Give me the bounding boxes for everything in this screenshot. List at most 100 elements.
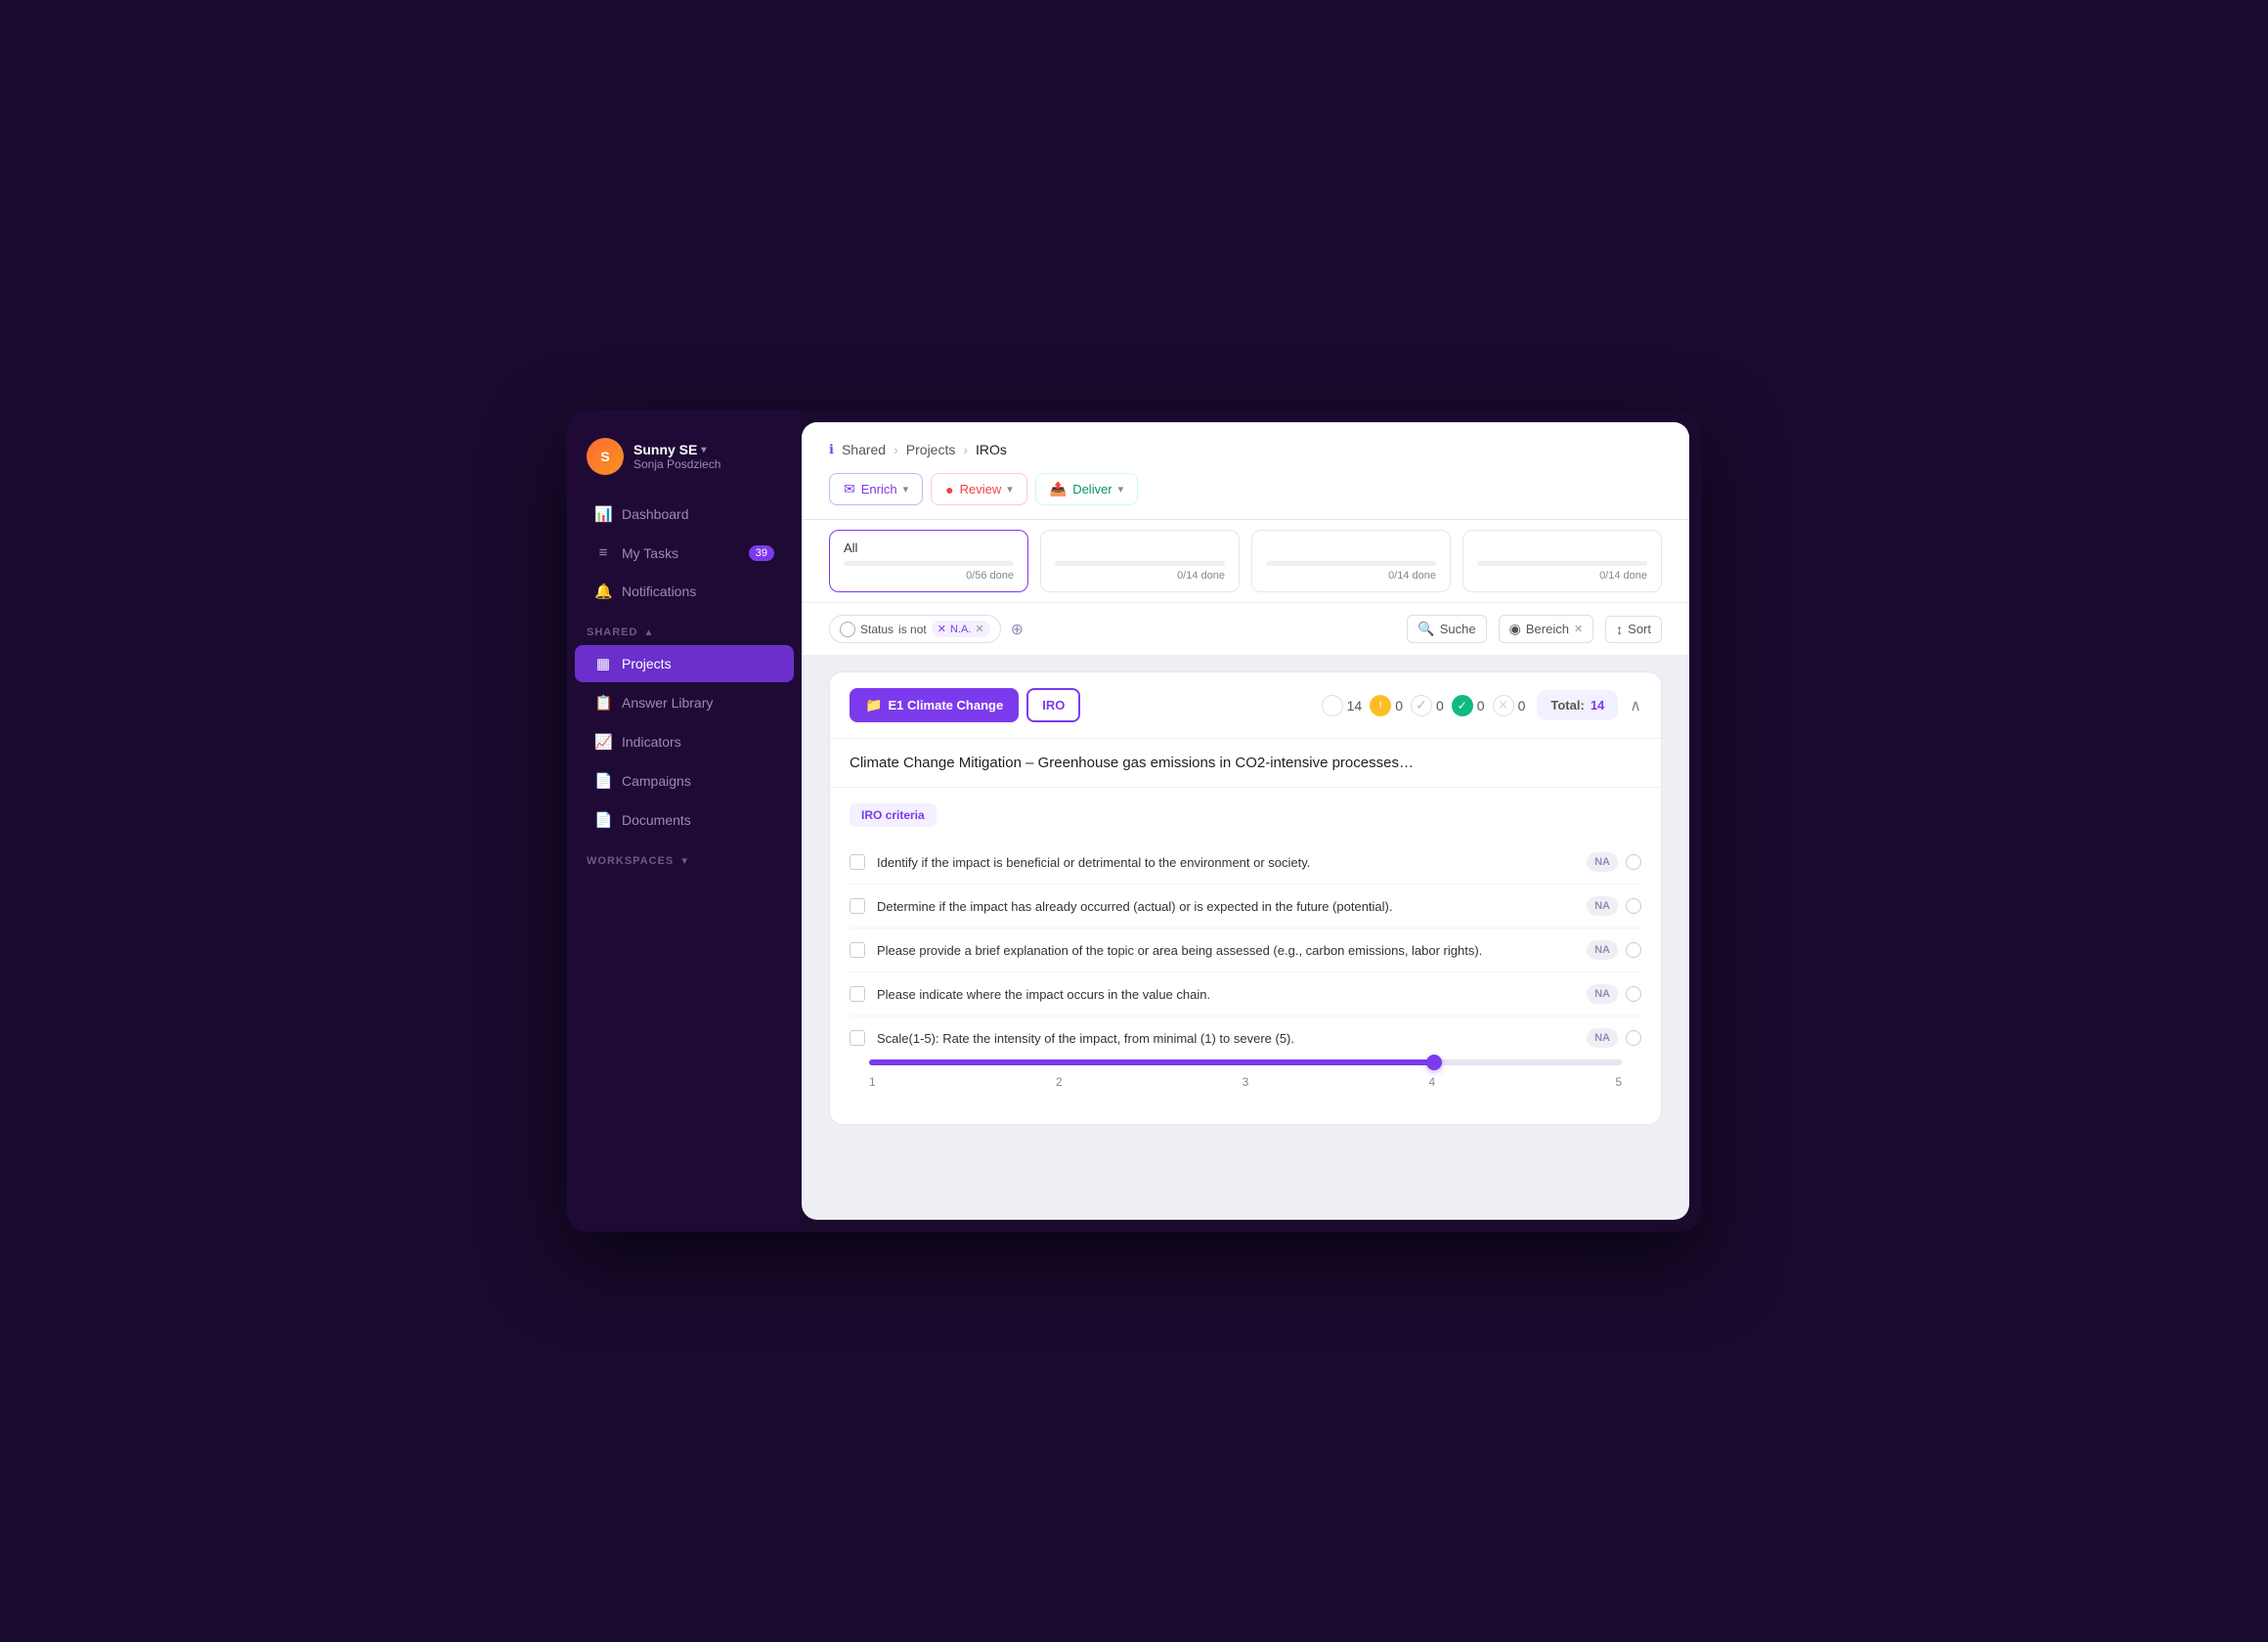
na-badge-1: NA	[1587, 852, 1618, 872]
criteria-section-label: IRO criteria	[850, 803, 937, 827]
criteria-checkbox-5[interactable]	[850, 1030, 865, 1046]
progress-count-3: 0/14 done	[1266, 570, 1436, 582]
content-header: ℹ Shared › Projects › IROs ✉ Enrich ▾ ● …	[802, 422, 1689, 520]
iro-card: 📁 E1 Climate Change IRO 14	[829, 671, 1662, 1125]
sidebar-item-notifications[interactable]: 🔔 Notifications	[575, 573, 794, 610]
breadcrumb-sep-1: ›	[894, 442, 898, 457]
documents-icon: 📄	[594, 811, 612, 829]
stat-check: ✓ 0	[1411, 695, 1444, 716]
review-caret-icon: ▾	[1007, 483, 1013, 496]
bereich-action[interactable]: ◉ Bereich ✕	[1499, 615, 1594, 643]
progress-tab-2[interactable]: 0/14 done	[1040, 530, 1240, 592]
enrich-caret-icon: ▾	[903, 483, 909, 496]
breadcrumb-iros[interactable]: IROs	[976, 442, 1007, 457]
dashboard-icon: 📊	[594, 505, 612, 523]
sidebar-item-dashboard[interactable]: 📊 Dashboard	[575, 496, 794, 533]
criteria-radio-2[interactable]	[1626, 898, 1641, 914]
status-label: Status	[860, 623, 894, 636]
tasks-badge: 39	[749, 545, 774, 561]
filter-bar: Status is not ✕ N.A. ✕ ⊕ 🔍 Suche	[802, 603, 1689, 656]
criteria-radio-5[interactable]	[1626, 1030, 1641, 1046]
criteria-actions-2: NA	[1587, 896, 1641, 916]
enrich-button[interactable]: ✉ Enrich ▾	[829, 473, 923, 505]
avatar: S	[587, 438, 624, 475]
sort-icon: ↕	[1616, 622, 1623, 637]
stat-empty-count: 14	[1347, 698, 1363, 713]
sidebar-item-documents[interactable]: 📄 Documents	[575, 801, 794, 839]
na-badge-2: NA	[1587, 896, 1618, 916]
progress-tab-4[interactable]: 0/14 done	[1462, 530, 1662, 592]
sidebar-item-answer-library[interactable]: 📋 Answer Library	[575, 684, 794, 721]
na-remove-icon[interactable]: ✕	[975, 623, 983, 635]
criteria-checkbox-2[interactable]	[850, 898, 865, 914]
na-badge-4: NA	[1587, 984, 1618, 1004]
search-icon: 🔍	[1418, 621, 1434, 637]
stat-check-circle: ✓	[1411, 695, 1432, 716]
deliver-button[interactable]: 📤 Deliver ▾	[1035, 473, 1138, 505]
review-button[interactable]: ● Review ▾	[931, 473, 1027, 505]
collapse-button[interactable]: ∧	[1630, 696, 1641, 715]
iro-tag[interactable]: IRO	[1026, 688, 1080, 722]
sort-label: Sort	[1628, 622, 1651, 636]
slider-section: 1 2 3 4 5	[850, 1052, 1641, 1108]
iro-right: 14 ! 0 ✓ 0	[1322, 690, 1641, 720]
iro-criteria-section: IRO criteria Identify if the impact is b…	[830, 788, 1661, 1124]
criteria-radio-4[interactable]	[1626, 986, 1641, 1002]
criteria-checkbox-4[interactable]	[850, 986, 865, 1002]
progress-tab-3-label	[1266, 540, 1436, 555]
notifications-icon: 🔔	[594, 583, 612, 600]
breadcrumb-projects[interactable]: Projects	[906, 442, 956, 457]
breadcrumb-shared[interactable]: Shared	[842, 442, 886, 457]
progress-tab-all[interactable]: All 0/56 done	[829, 530, 1028, 592]
user-name-label: Sunny SE	[633, 442, 697, 457]
sidebar-item-indicators[interactable]: 📈 Indicators	[575, 723, 794, 760]
progress-tab-3[interactable]: 0/14 done	[1251, 530, 1451, 592]
sidebar-item-campaigns[interactable]: 📄 Campaigns	[575, 762, 794, 799]
criteria-item-4: Please indicate where the impact occurs …	[850, 972, 1641, 1016]
status-filter-chip[interactable]: Status is not ✕ N.A. ✕	[829, 615, 1001, 643]
iro-card-header: 📁 E1 Climate Change IRO 14	[830, 672, 1661, 739]
criteria-checkbox-1[interactable]	[850, 854, 865, 870]
sidebar-answer-library-label: Answer Library	[622, 695, 713, 711]
progress-count-all: 0/56 done	[844, 570, 1014, 582]
stat-x-count: 0	[1518, 698, 1526, 713]
sidebar-item-my-tasks[interactable]: ≡ My Tasks 39	[575, 535, 794, 571]
progress-count-2: 0/14 done	[1055, 570, 1225, 582]
sidebar-campaigns-label: Campaigns	[622, 773, 691, 789]
total-label: Total:	[1550, 698, 1584, 713]
sidebar: S Sunny SE ▾ Sonja Posdziech 📊 Dashboard…	[567, 410, 802, 1232]
progress-count-4: 0/14 done	[1477, 570, 1647, 582]
climate-tag[interactable]: 📁 E1 Climate Change	[850, 688, 1019, 722]
filter-funnel-icon[interactable]: ⊕	[1011, 620, 1024, 639]
criteria-text-4: Please indicate where the impact occurs …	[877, 987, 1575, 1002]
progress-bar-4	[1477, 561, 1647, 566]
search-action[interactable]: 🔍 Suche	[1407, 615, 1486, 643]
breadcrumb-sep-2: ›	[963, 442, 968, 457]
user-section[interactable]: S Sunny SE ▾ Sonja Posdziech	[567, 430, 802, 495]
criteria-checkbox-3[interactable]	[850, 942, 865, 958]
slider-fill	[869, 1059, 1434, 1065]
slider-label-5: 5	[1615, 1075, 1622, 1089]
filter-left: Status is not ✕ N.A. ✕ ⊕	[829, 615, 1024, 643]
indicators-icon: 📈	[594, 733, 612, 751]
sort-action[interactable]: ↕ Sort	[1605, 616, 1662, 643]
sidebar-item-projects[interactable]: ▦ Projects	[575, 645, 794, 682]
filter-right: 🔍 Suche ◉ Bereich ✕ ↕ Sort	[1407, 615, 1662, 643]
sidebar-notifications-label: Notifications	[622, 583, 696, 599]
sidebar-dashboard-label: Dashboard	[622, 506, 689, 522]
slider-thumb[interactable]	[1426, 1055, 1442, 1070]
campaigns-icon: 📄	[594, 772, 612, 790]
answer-library-icon: 📋	[594, 694, 612, 712]
total-num: 14	[1591, 698, 1604, 713]
slider-label-4: 4	[1428, 1075, 1435, 1089]
stat-check-count: 0	[1436, 698, 1444, 713]
criteria-radio-1[interactable]	[1626, 854, 1641, 870]
criteria-item-3: Please provide a brief explanation of th…	[850, 929, 1641, 972]
bereich-close-icon[interactable]: ✕	[1574, 623, 1583, 635]
na-badge-3: NA	[1587, 940, 1618, 960]
slider-label-2: 2	[1056, 1075, 1063, 1089]
stat-x-circle: ✕	[1493, 695, 1514, 716]
stat-yellow-count: 0	[1395, 698, 1403, 713]
iro-title: Climate Change Mitigation – Greenhouse g…	[830, 739, 1661, 788]
criteria-radio-3[interactable]	[1626, 942, 1641, 958]
